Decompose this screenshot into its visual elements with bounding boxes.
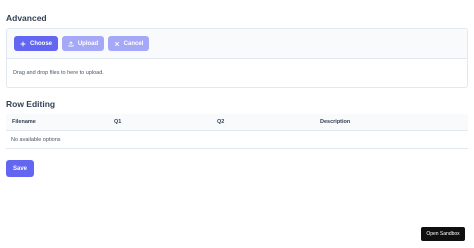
close-icon (114, 41, 119, 46)
empty-message: No available options (11, 136, 61, 143)
table-row: No available options (6, 131, 468, 149)
choose-button[interactable]: Choose (14, 36, 58, 51)
upload-toolbar: Choose Upload Cancel (7, 29, 467, 59)
column-header-q1[interactable]: Q1 (114, 119, 121, 125)
open-sandbox-button[interactable]: Open Sandbox (421, 227, 465, 241)
file-upload-panel[interactable]: Choose Upload Cancel Drag and drop files… (6, 28, 468, 88)
column-header-description[interactable]: Description (320, 119, 350, 125)
column-header-q2[interactable]: Q2 (217, 119, 224, 125)
choose-label: Choose (29, 40, 52, 47)
table-header: Filename Q1 Q2 Description (6, 114, 468, 131)
cancel-button[interactable]: Cancel (108, 36, 149, 51)
upload-button[interactable]: Upload (62, 36, 104, 51)
cancel-label: Cancel (123, 40, 144, 47)
drop-zone-text: Drag and drop files to here to upload. (13, 70, 104, 76)
row-editing-title: Row Editing (6, 99, 56, 109)
column-header-filename[interactable]: Filename (12, 119, 36, 125)
upload-label: Upload (77, 40, 99, 47)
plus-icon (20, 41, 26, 46)
advanced-title: Advanced (6, 13, 47, 23)
save-button[interactable]: Save (6, 160, 34, 177)
upload-icon (68, 40, 74, 46)
row-editing-table: Filename Q1 Q2 Description No available … (6, 114, 468, 149)
